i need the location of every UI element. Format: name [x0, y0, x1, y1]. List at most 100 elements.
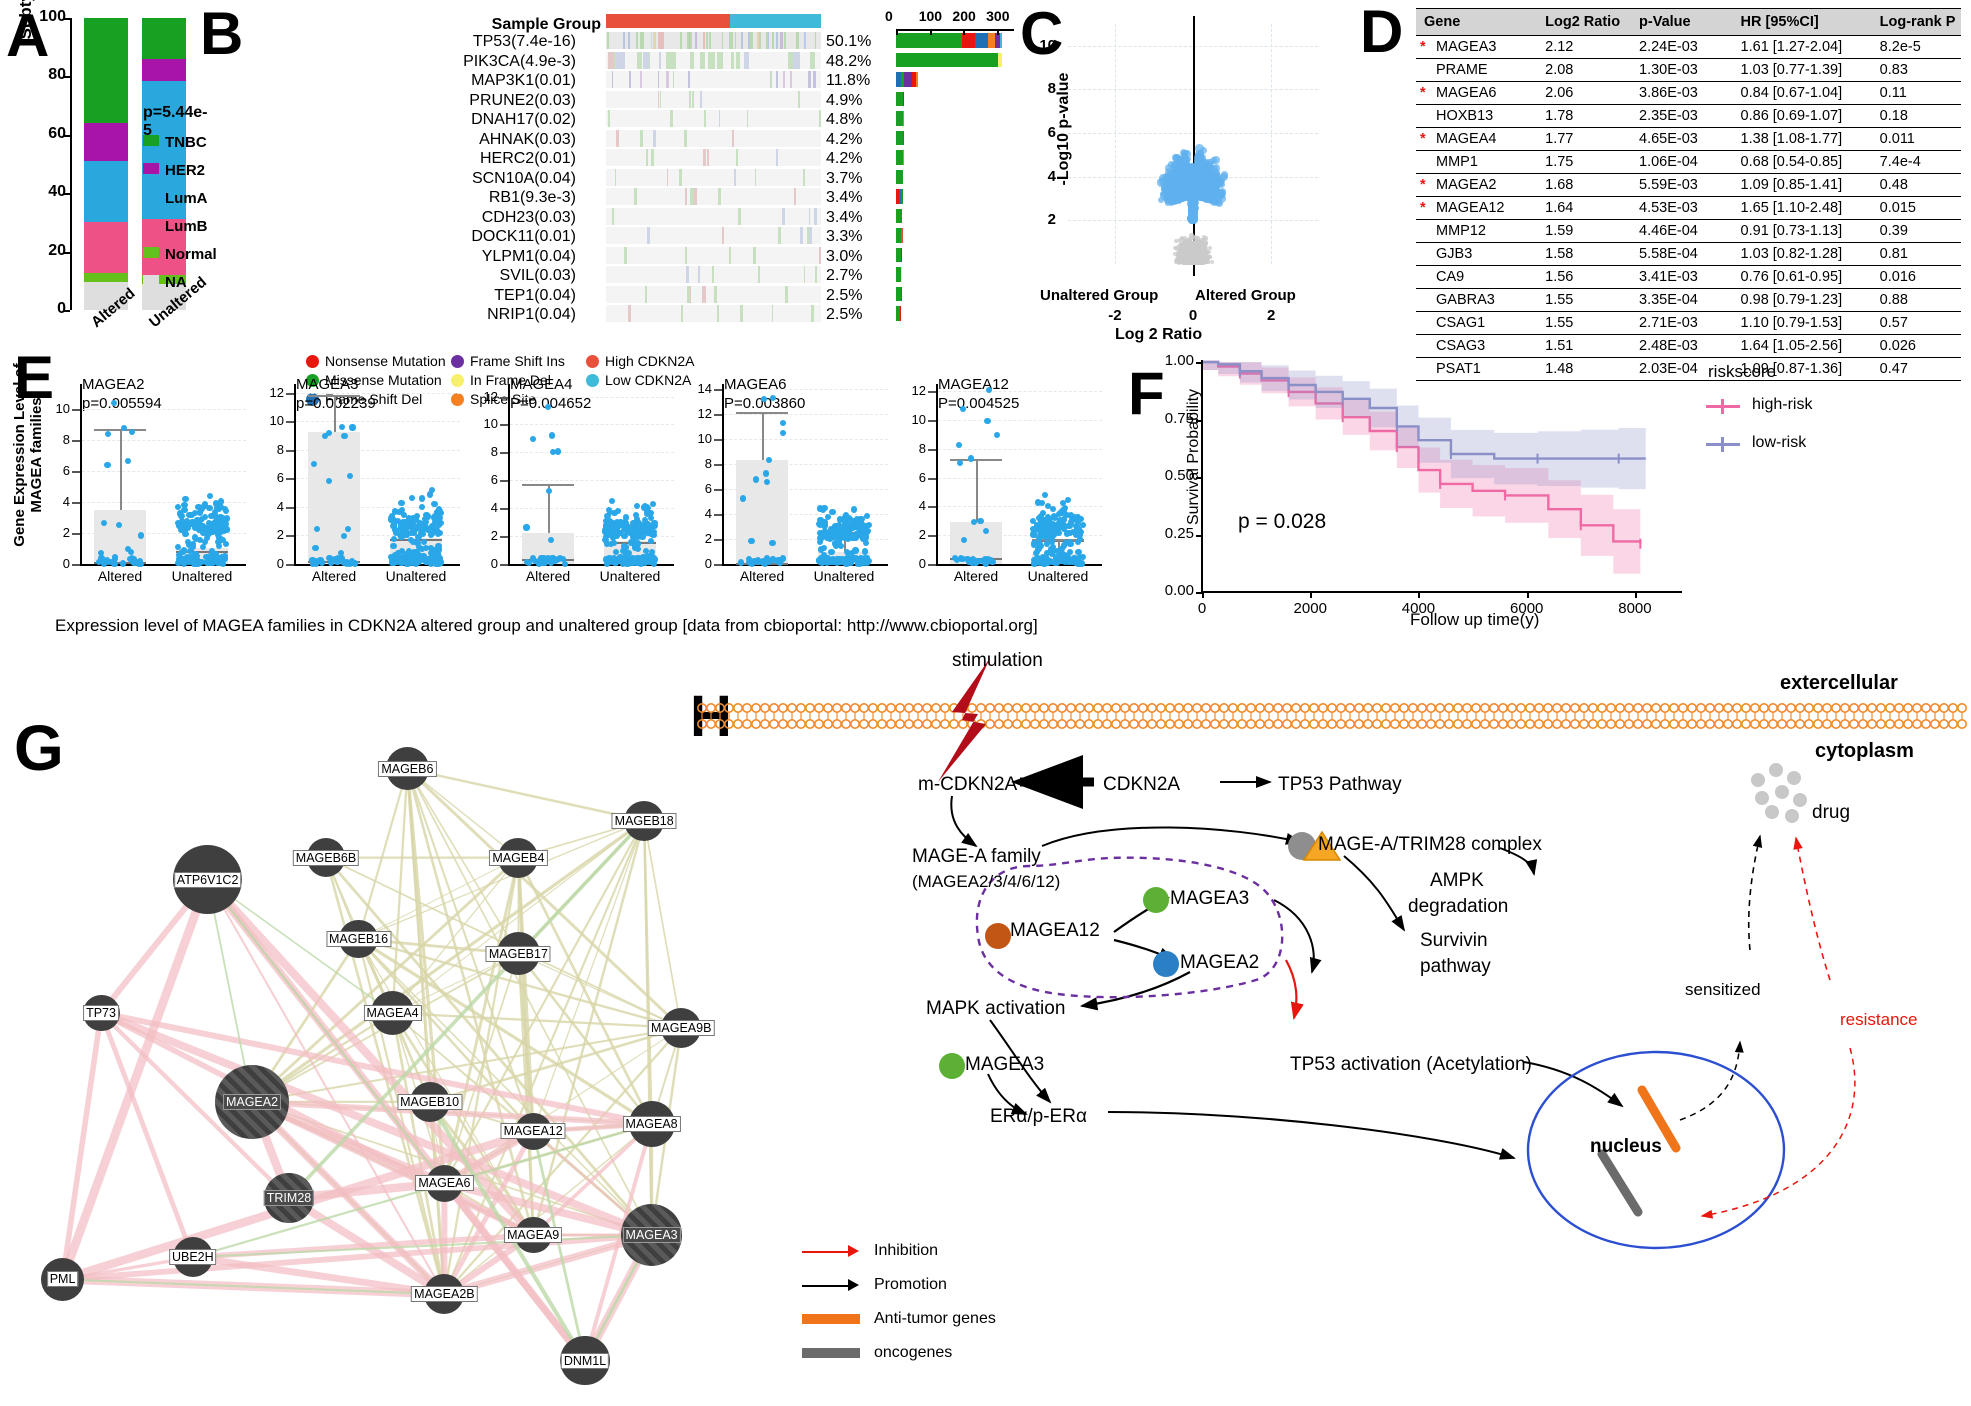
subplot-tick-label: 6: [276, 470, 284, 486]
box: [736, 460, 788, 564]
expression-point: [414, 558, 421, 565]
oncoprint-alteration: [661, 32, 664, 49]
panel-a-tick-mark: [64, 310, 70, 312]
expression-subplot: MAGEA4 P=0.004652 12 10 8 6 4 2 0 Altered Unaltere…: [484, 376, 676, 596]
oncoprint-alteration: [754, 168, 756, 186]
oncoprint-alteration: [687, 32, 689, 49]
oncoprint-row-percent: 11.8%: [826, 72, 871, 89]
subplot-tick-label: 12: [483, 388, 498, 404]
expression-point: [850, 533, 857, 540]
panel-a-y-tick: 0: [57, 300, 66, 317]
subplot-gridline: [510, 396, 674, 398]
oncoprint-alteration: [623, 246, 627, 264]
subplot-tick-label: 6: [704, 481, 712, 496]
expression-point: [332, 555, 339, 562]
cell-hr: 1.09 [0.85-1.41]: [1732, 173, 1872, 197]
oncoprint-row-track: [606, 129, 821, 147]
expression-point: [544, 403, 551, 411]
oncoprint-alteration: [818, 246, 821, 264]
oncoprint-row-track: [606, 71, 821, 88]
oncoprint-row-bar: [896, 91, 905, 106]
expression-point: [222, 508, 230, 515]
volcano-point: [1191, 193, 1198, 200]
expression-point: [181, 502, 188, 509]
expression-point: [607, 531, 614, 538]
table-column-header: Gene: [1416, 8, 1538, 36]
gene-name: CSAG1: [1436, 315, 1486, 331]
volcano-point: [1195, 144, 1205, 153]
legend-swatch-icon: [143, 135, 159, 146]
expression-point: [136, 558, 143, 565]
oncoprint-alteration: [672, 71, 675, 88]
subplot-gridline: [724, 439, 888, 440]
panel-a-bar-segment: [84, 161, 128, 223]
oncoprint-alteration: [690, 188, 694, 205]
oncoprint-row-percent: 3.0%: [826, 247, 863, 265]
panel-b-oncoprint: B Sample Group TP53(7.4e-16) 50.1% PIK3CA(…: [196, 0, 1056, 407]
oncoprint-alteration: [659, 90, 662, 108]
oncoprint-alteration: [694, 32, 697, 49]
expression-point: [753, 476, 760, 483]
oncoprint-alteration: [776, 71, 779, 88]
subplot-y-axis: [294, 384, 296, 564]
expression-point: [603, 523, 610, 530]
expression-point: [431, 501, 438, 508]
expression-point: [417, 526, 424, 533]
cell-logrank-p: 0.83: [1871, 58, 1961, 82]
panel-a-y-tick: 100: [39, 8, 66, 25]
subplot-tick: [500, 536, 508, 539]
table-row: * MAGEA3 2.12 2.24E-03 1.61 [1.27-2.04] 8.2e-…: [1416, 35, 1961, 59]
oncoprint-alteration: [780, 32, 783, 49]
cell-logrank-p: 0.18: [1871, 104, 1961, 128]
cell-logrank-p: 0.39: [1871, 219, 1961, 243]
subplot-gridline: [938, 420, 1102, 421]
expression-point: [779, 430, 786, 437]
expression-point: [642, 525, 649, 532]
volcano-point: [1183, 242, 1188, 247]
expression-point: [845, 514, 852, 521]
bar-segment: [904, 72, 913, 87]
oncoprint-alteration: [688, 90, 691, 108]
oncoprint-alteration: [775, 32, 779, 49]
panel-a-y-axis-line: [70, 18, 72, 310]
oncoprint-alteration: [730, 32, 733, 49]
oncoprint-row-track: [606, 32, 821, 49]
expression-point: [398, 522, 405, 529]
oncoprint-row-label: HERC2(0.01): [479, 150, 576, 167]
gene-name: PRAME: [1436, 62, 1488, 78]
oncoprint-alteration: [810, 51, 815, 69]
table-row: HOXB13 1.78 2.35E-03 0.86 [0.69-1.07] 0.18: [1416, 104, 1961, 128]
expression-point: [649, 500, 656, 507]
cell-p-value: 3.35E-04: [1631, 288, 1733, 312]
oncoprint-row-track: [606, 207, 821, 225]
subplot-tick: [286, 478, 294, 481]
oncoprint-alteration: [803, 168, 805, 186]
oncoprint-alteration: [628, 305, 632, 322]
oncoprint-alteration: [812, 71, 816, 88]
oncoprint-alteration: [782, 71, 786, 88]
panel-a-tick-mark: [64, 251, 70, 254]
legend-swatch-icon: [143, 247, 159, 258]
expression-point: [863, 540, 870, 547]
legend-swatch-icon: [143, 163, 159, 174]
oncoprint-row-label: TP53(7.4e-16): [472, 33, 576, 50]
expression-point: [312, 545, 319, 552]
bar-axis-tick-label: 0: [885, 8, 893, 24]
expression-point: [815, 557, 823, 564]
expression-point: [850, 506, 858, 513]
expression-point: [174, 503, 181, 510]
cell-logrank-p: 0.88: [1871, 288, 1961, 312]
oncoprint-alteration: [690, 32, 692, 49]
cell-p-value: 5.59E-03: [1631, 173, 1733, 197]
panel-c-vgridline: [1271, 24, 1273, 264]
oncoprint-row-bar: [896, 169, 903, 184]
oncoprint-alteration: [796, 32, 799, 49]
oncoprint-row-percent: 4.2%: [826, 130, 863, 148]
subplot-tick-label: 8: [62, 431, 70, 447]
panel-a-y-tick: 80: [48, 66, 66, 84]
expression-point: [223, 540, 230, 547]
subplot-tick: [714, 439, 722, 441]
oncoprint-row-label: RB1(9.3e-3): [488, 189, 576, 206]
box: [308, 431, 360, 564]
expression-point: [390, 542, 397, 549]
